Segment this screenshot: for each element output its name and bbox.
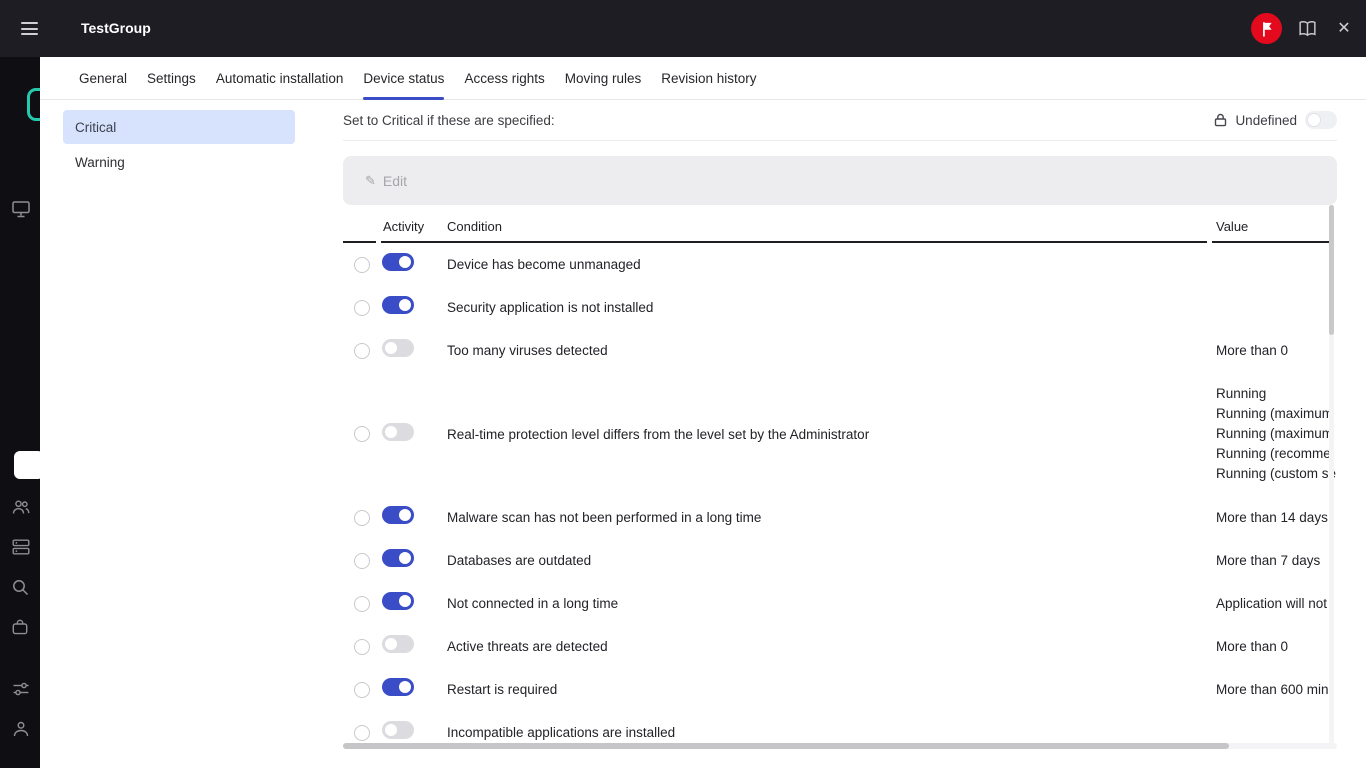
activity-toggle[interactable]	[382, 549, 414, 567]
table-toolbar: ✎ Edit	[343, 156, 1337, 205]
column-header-condition: Condition	[447, 219, 1213, 243]
status-item-warning[interactable]: Warning	[63, 145, 295, 179]
condition-text: Too many viruses detected	[447, 343, 1213, 358]
row-radio[interactable]	[354, 639, 370, 655]
activity-toggle[interactable]	[382, 253, 414, 271]
row-radio[interactable]	[354, 682, 370, 698]
tab-bar: GeneralSettingsAutomatic installationDev…	[40, 57, 1366, 100]
activity-toggle[interactable]	[382, 721, 414, 739]
kaspersky-logo[interactable]	[1251, 13, 1282, 44]
tab-device-status[interactable]: Device status	[353, 57, 454, 99]
device-status-panel: Set to Critical if these are specified: …	[343, 100, 1337, 754]
conditions-table-body: Device has become unmanaged Security app…	[343, 243, 1337, 754]
table-row: Real-time protection level differs from …	[343, 372, 1337, 496]
row-radio[interactable]	[354, 426, 370, 442]
row-radio[interactable]	[354, 257, 370, 273]
app-logo-badge	[27, 88, 40, 121]
status-list: CriticalWarning	[63, 110, 295, 180]
column-header-value: Value	[1213, 219, 1337, 243]
table-row: Restart is required More than 600 min	[343, 668, 1337, 711]
value-line: Running (recomme	[1216, 444, 1337, 464]
table-row: Security application is not installed	[343, 286, 1337, 329]
undefined-toggle[interactable]	[1305, 111, 1337, 129]
book-icon[interactable]	[1297, 20, 1318, 37]
window-title: TestGroup	[81, 0, 151, 57]
tab-automatic-installation[interactable]: Automatic installation	[206, 57, 354, 99]
monitor-icon[interactable]	[12, 201, 30, 218]
condition-text: Security application is not installed	[447, 300, 1213, 315]
activity-toggle[interactable]	[382, 423, 414, 441]
undefined-control: Undefined	[1214, 111, 1337, 129]
row-radio[interactable]	[354, 725, 370, 741]
activity-toggle[interactable]	[382, 635, 414, 653]
value-cell: RunningRunning (maximumRunning (maximumR…	[1213, 372, 1337, 496]
account-icon[interactable]	[12, 721, 30, 737]
edit-button-label: Edit	[383, 173, 407, 189]
value-cell: More than 600 min	[1213, 682, 1337, 697]
row-radio[interactable]	[354, 596, 370, 612]
vertical-scrollbar	[1329, 205, 1334, 744]
section-header: Set to Critical if these are specified: …	[343, 100, 1337, 141]
condition-text: Malware scan has not been performed in a…	[447, 510, 1213, 525]
value-line: Running (custom se	[1216, 464, 1337, 484]
search-icon[interactable]	[12, 579, 29, 596]
row-radio[interactable]	[354, 510, 370, 526]
hamburger-menu-icon[interactable]	[21, 22, 38, 35]
window-header: TestGroup ✕	[0, 0, 1366, 57]
condition-text: Device has become unmanaged	[447, 257, 1213, 272]
value-cell: More than 0	[1213, 343, 1337, 358]
section-heading: Set to Critical if these are specified:	[343, 113, 555, 128]
close-icon[interactable]: ✕	[1333, 0, 1355, 57]
status-item-critical[interactable]: Critical	[63, 110, 295, 144]
value-line: Running (maximum	[1216, 424, 1337, 444]
row-radio[interactable]	[354, 553, 370, 569]
undefined-label: Undefined	[1235, 113, 1297, 128]
table-row: Device has become unmanaged	[343, 243, 1337, 286]
horizontal-scrollbar-thumb[interactable]	[343, 743, 1229, 749]
tab-moving-rules[interactable]: Moving rules	[555, 57, 652, 99]
condition-text: Not connected in a long time	[447, 596, 1213, 611]
activity-toggle[interactable]	[382, 339, 414, 357]
activity-toggle[interactable]	[382, 592, 414, 610]
condition-text: Active threats are detected	[447, 639, 1213, 654]
active-nav-item[interactable]	[14, 451, 40, 479]
pencil-icon: ✎	[365, 173, 376, 189]
row-radio[interactable]	[354, 343, 370, 359]
lock-icon	[1214, 113, 1227, 127]
value-line: Running	[1216, 384, 1337, 404]
vertical-scrollbar-thumb[interactable]	[1329, 205, 1334, 335]
table-row: Malware scan has not been performed in a…	[343, 496, 1337, 539]
tab-settings[interactable]: Settings	[137, 57, 206, 99]
table-row: Databases are outdated More than 7 days	[343, 539, 1337, 582]
table-row: Active threats are detected More than 0	[343, 625, 1337, 668]
bag-icon[interactable]	[12, 619, 28, 635]
sliders-icon[interactable]	[12, 681, 30, 697]
tab-access-rights[interactable]: Access rights	[454, 57, 554, 99]
horizontal-scrollbar	[343, 743, 1337, 749]
activity-toggle[interactable]	[382, 678, 414, 696]
condition-text: Databases are outdated	[447, 553, 1213, 568]
condition-text: Incompatible applications are installed	[447, 725, 1213, 740]
edit-button[interactable]: ✎ Edit	[365, 173, 407, 189]
column-header-activity: Activity	[381, 219, 447, 243]
conditions-table-header: Activity Condition Value	[343, 210, 1337, 243]
value-cell: Application will not	[1213, 596, 1337, 611]
row-radio[interactable]	[354, 300, 370, 316]
value-cell: More than 14 days	[1213, 510, 1337, 525]
value-cell: More than 7 days	[1213, 553, 1337, 568]
value-line: Running (maximum	[1216, 404, 1337, 424]
activity-toggle[interactable]	[382, 296, 414, 314]
activity-toggle[interactable]	[382, 506, 414, 524]
table-row: Not connected in a long time Application…	[343, 582, 1337, 625]
table-row: Too many viruses detected More than 0	[343, 329, 1337, 372]
left-nav-rail	[0, 0, 40, 768]
tab-general[interactable]: General	[69, 57, 137, 99]
condition-text: Restart is required	[447, 682, 1213, 697]
users-icon[interactable]	[12, 499, 30, 515]
tab-revision-history[interactable]: Revision history	[651, 57, 766, 99]
condition-text: Real-time protection level differs from …	[447, 427, 1213, 442]
value-cell: More than 0	[1213, 639, 1337, 654]
server-stack-icon[interactable]	[12, 539, 30, 555]
